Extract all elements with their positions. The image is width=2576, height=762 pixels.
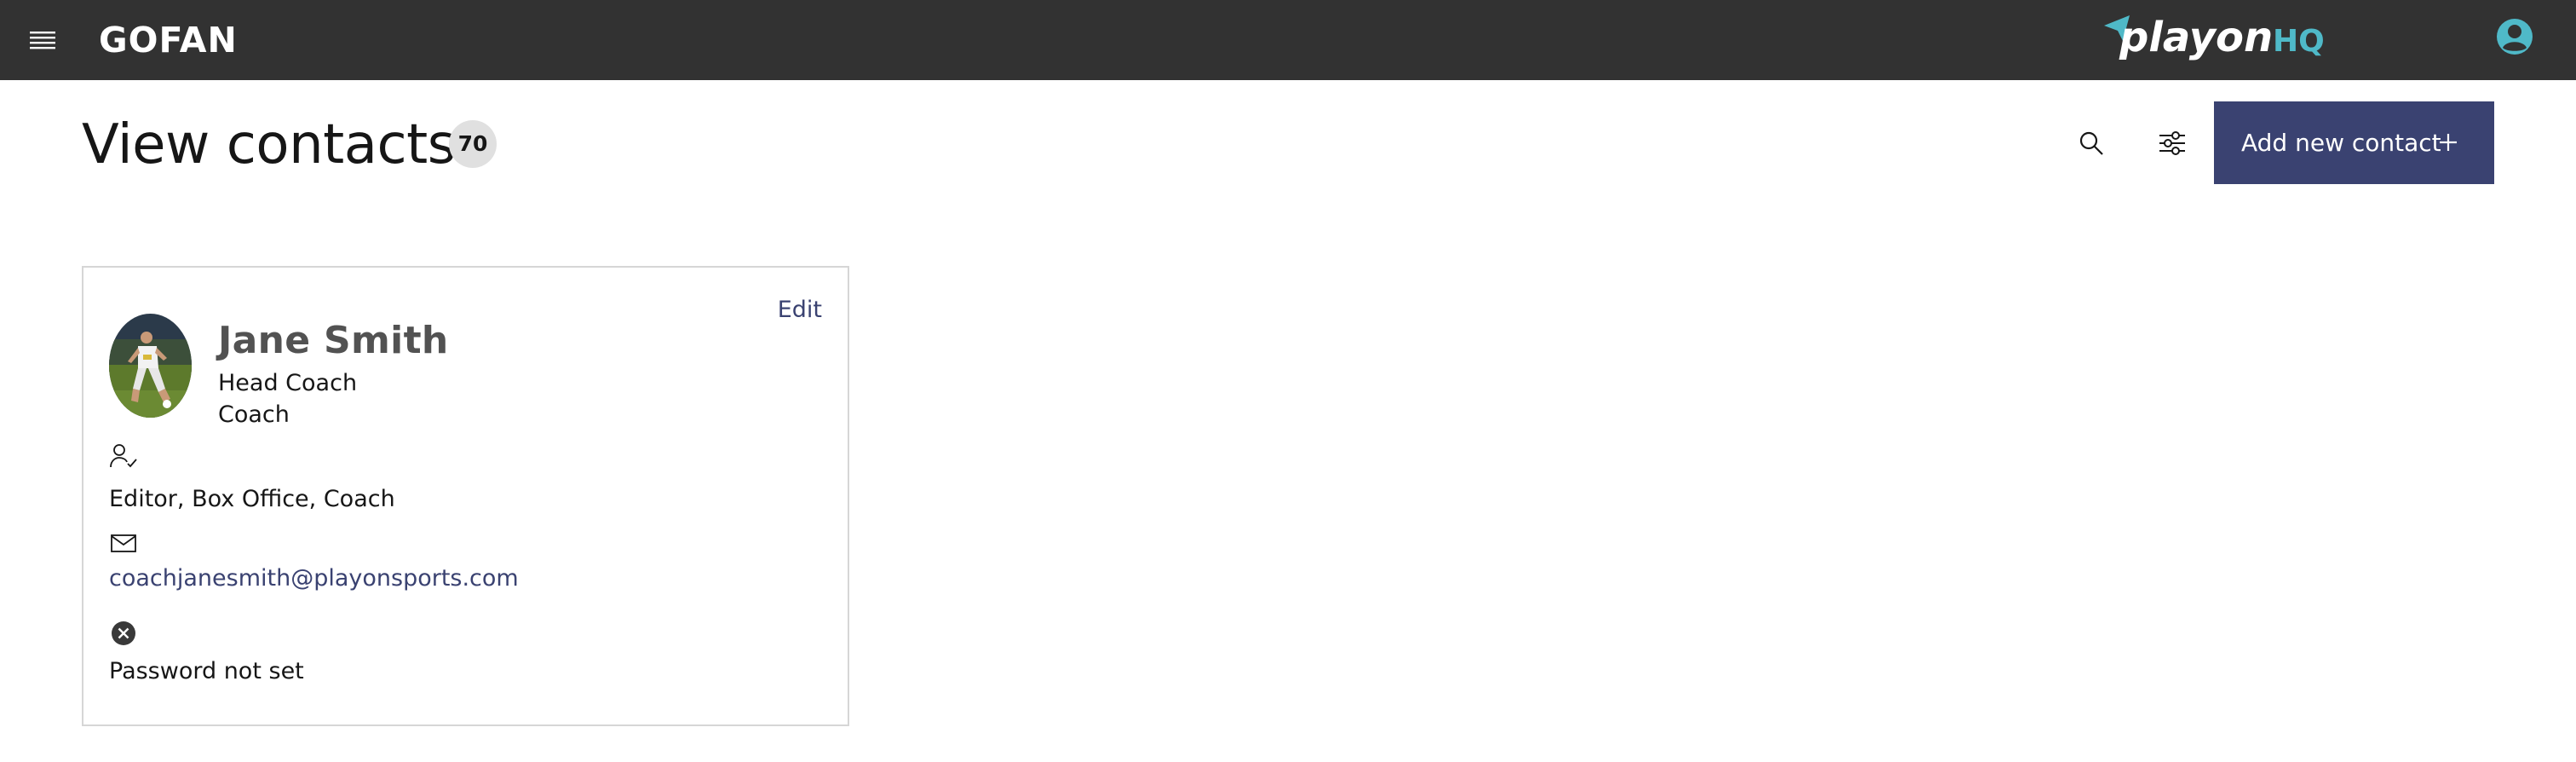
logo-suffix: HQ — [2273, 24, 2325, 59]
page-title: View contacts — [82, 113, 456, 176]
close-circle-icon — [109, 619, 138, 648]
contact-card: Edit Jane Smith Head Coach Coach Editor,… — [82, 266, 849, 726]
add-new-contact-button[interactable]: Add new contact — [2214, 101, 2494, 184]
user-avatar-icon[interactable] — [2494, 16, 2535, 57]
contact-photo — [109, 314, 192, 418]
password-status: Password not set — [109, 658, 304, 684]
filter-sliders-icon[interactable] — [2145, 116, 2199, 170]
add-new-contact-label: Add new contact — [2241, 129, 2441, 157]
search-icon[interactable] — [2064, 116, 2119, 170]
contact-role: Coach — [218, 401, 290, 428]
contact-permissions: Editor, Box Office, Coach — [109, 486, 395, 512]
contact-count-badge: 70 — [449, 120, 497, 168]
logo-wordmark: playon — [2119, 14, 2273, 61]
contact-name: Jane Smith — [218, 319, 449, 362]
hamburger-menu-icon[interactable] — [24, 21, 61, 59]
envelope-icon — [109, 528, 138, 557]
plus-icon — [2436, 130, 2460, 154]
contact-email-link[interactable]: coachjanesmith@playonsports.com — [109, 565, 519, 592]
playon-hq-logo: playon HQ — [2097, 7, 2332, 70]
contact-job-title: Head Coach — [218, 370, 358, 396]
edit-contact-link[interactable]: Edit — [778, 297, 822, 323]
top-navigation-bar: GOFAN playon HQ — [0, 0, 2576, 80]
user-check-icon — [109, 442, 138, 470]
app-brand[interactable]: GOFAN — [99, 15, 238, 65]
